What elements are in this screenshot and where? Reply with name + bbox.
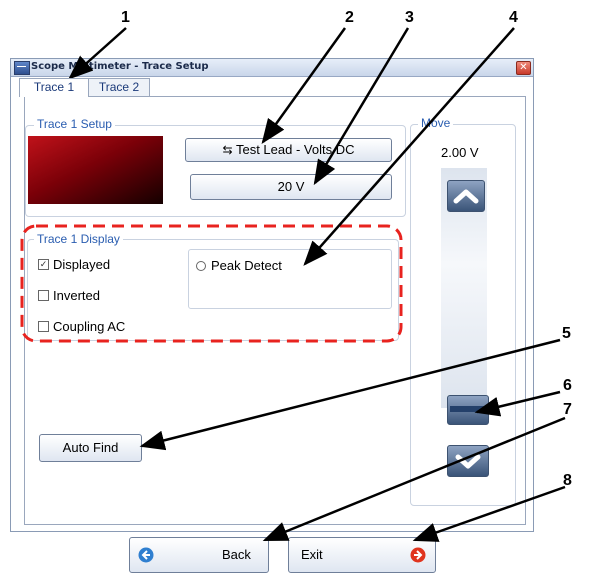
callout-7-line	[262, 416, 566, 542]
callout-lines	[68, 27, 566, 542]
callout-5-line	[139, 338, 561, 451]
callout-2-line	[261, 27, 347, 145]
callout-1-line	[68, 27, 127, 80]
callout-8-line	[412, 485, 566, 542]
tab-trace-1[interactable]: Trace 1	[19, 78, 89, 97]
callout-6-line	[474, 390, 561, 417]
